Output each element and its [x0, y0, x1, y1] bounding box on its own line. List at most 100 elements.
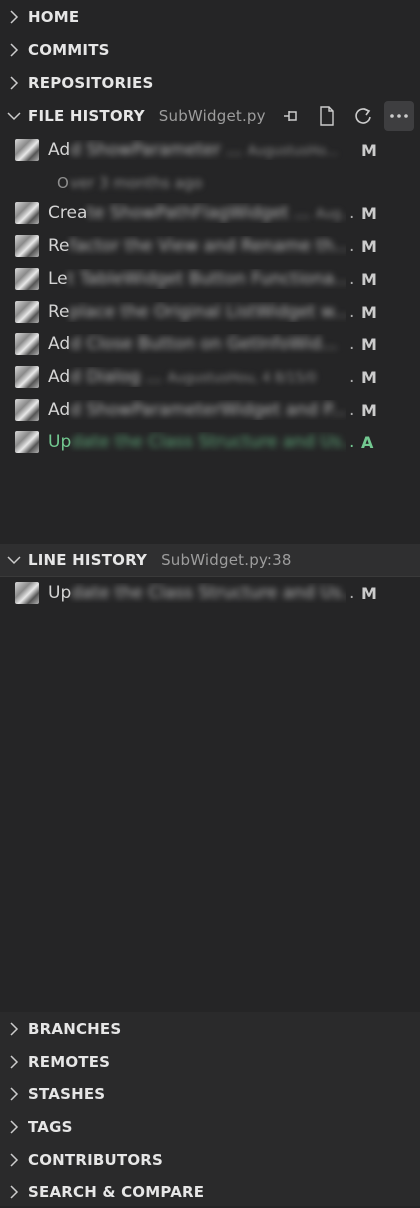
section-repositories[interactable]: REPOSITORIES — [0, 67, 420, 99]
section-commits[interactable]: COMMITS — [0, 34, 420, 66]
section-remotes[interactable]: REMOTES — [0, 1046, 420, 1078]
avatar — [15, 582, 39, 604]
section-search-compare[interactable]: SEARCH & COMPARE — [0, 1176, 420, 1208]
commit-message: Replace the Original ListWidget w... — [48, 302, 346, 322]
section-file-history[interactable]: FILE HISTORY SubWidget.py — [0, 100, 420, 132]
chevron-right-icon — [0, 76, 28, 90]
avatar — [15, 202, 39, 224]
avatar — [15, 399, 39, 421]
status-badge: M — [361, 140, 377, 160]
chevron-right-icon — [0, 1022, 28, 1036]
time-group-rest: ver 3 months ago — [70, 174, 203, 192]
ellipsis-dot: . — [349, 367, 355, 387]
commit-message-rest: date the Class Structure and Us... — [71, 432, 346, 452]
commit-row[interactable]: Update the Class Structure and Us... . M — [0, 577, 420, 609]
commit-message-prefix: Re — [48, 302, 70, 322]
commit-message: Add Close Button on GetInfoWid... — [48, 334, 346, 354]
status-badge: M — [361, 302, 377, 322]
commit-message-rest: te ShowPathFlagWidget ... — [87, 203, 311, 223]
ellipsis-dot: . — [349, 583, 355, 603]
file-history-actions — [276, 100, 414, 132]
section-label: COMMITS — [28, 41, 110, 59]
avatar — [15, 333, 39, 355]
commit-message-prefix: Up — [48, 432, 72, 452]
status-badge: M — [361, 203, 377, 223]
section-label: FILE HISTORY — [28, 107, 145, 125]
time-group-label: Over 3 months ago — [0, 168, 420, 198]
refresh-icon[interactable] — [348, 101, 378, 131]
section-label: REMOTES — [28, 1053, 111, 1071]
pin-icon[interactable] — [276, 101, 306, 131]
commit-meta: AugustusHou, 4 8/15/0 — [167, 371, 317, 386]
section-label: HOME — [28, 8, 80, 26]
more-icon[interactable] — [384, 101, 414, 131]
commit-message-rest: t TableWidget Button Functiona... — [67, 269, 346, 289]
commit-message: Update the Class Structure and Us... — [48, 432, 346, 452]
chevron-down-icon — [0, 555, 28, 565]
ellipsis-dot: . — [349, 269, 355, 289]
commit-row[interactable]: Add ShowParameter ... AugustusHo... M — [0, 134, 420, 166]
commit-row[interactable]: Create ShowPathFlagWidget ... Aug... . M — [0, 197, 420, 229]
avatar — [15, 139, 39, 161]
commit-message-prefix: Ad — [48, 367, 71, 387]
ellipsis-dot: . — [349, 400, 355, 420]
avatar — [15, 301, 39, 323]
commit-message: Add ShowParameterWidget and P... — [48, 400, 346, 420]
avatar — [15, 235, 39, 257]
commit-row[interactable]: Replace the Original ListWidget w... . M — [0, 296, 420, 328]
commit-message: Let TableWidget Button Functiona... — [48, 269, 346, 289]
section-label: BRANCHES — [28, 1020, 122, 1038]
section-line-history[interactable]: LINE HISTORY SubWidget.py:38 — [0, 544, 420, 576]
ellipsis-dot: . — [349, 236, 355, 256]
commit-message: Update the Class Structure and Us... — [48, 583, 346, 603]
commit-message-rest: d Close Button on GetInfoWid... — [70, 334, 338, 354]
commit-row[interactable]: Add Dialog ... AugustusHou, 4 8/15/0 . M — [0, 361, 420, 393]
status-badge: M — [361, 367, 377, 387]
commit-row[interactable]: Add ShowParameterWidget and P... . M — [0, 394, 420, 426]
chevron-right-icon — [0, 1120, 28, 1134]
commit-row[interactable]: Add Close Button on GetInfoWid... . M — [0, 328, 420, 360]
section-home[interactable]: HOME — [0, 1, 420, 33]
commit-message: Create ShowPathFlagWidget ... Aug... — [48, 203, 346, 223]
status-badge: M — [361, 334, 377, 354]
status-badge: M — [361, 236, 377, 256]
ellipsis-dot: . — [349, 302, 355, 322]
commit-message-prefix: Re — [48, 236, 70, 256]
section-contributors[interactable]: CONTRIBUTORS — [0, 1144, 420, 1176]
status-badge: M — [361, 400, 377, 420]
chevron-down-icon — [0, 111, 28, 121]
chevron-right-icon — [0, 1153, 28, 1167]
commit-message: Add Dialog ... AugustusHou, 4 8/15/0 — [48, 367, 346, 387]
commit-row[interactable]: Update the Class Structure and Us... . A — [0, 426, 420, 458]
file-icon[interactable] — [312, 101, 342, 131]
status-badge: M — [361, 583, 377, 603]
section-stashes[interactable]: STASHES — [0, 1078, 420, 1110]
chevron-right-icon — [0, 1087, 28, 1101]
commit-message-rest: place the Original ListWidget w... — [69, 302, 346, 322]
chevron-right-icon — [0, 43, 28, 57]
commit-row[interactable]: Refactor the View and Rename th... . M — [0, 230, 420, 262]
section-label: LINE HISTORY — [28, 551, 148, 569]
chevron-right-icon — [0, 1185, 28, 1199]
commit-message-rest: d ShowParameterWidget and P... — [70, 400, 346, 420]
commit-meta: Aug... — [315, 207, 346, 222]
status-badge: M — [361, 269, 377, 289]
commit-message-prefix: Ad — [48, 334, 71, 354]
commit-message-prefix: Ad — [48, 140, 71, 160]
commit-message: Add ShowParameter ... AugustusHo... — [48, 140, 350, 160]
commit-message: Refactor the View and Rename th... — [48, 236, 346, 256]
avatar — [15, 268, 39, 290]
commit-meta: AugustusHo... — [247, 144, 339, 159]
commit-message-prefix: Ad — [48, 400, 71, 420]
commit-row[interactable]: Let TableWidget Button Functiona... . M — [0, 263, 420, 295]
ellipsis-dot: . — [349, 203, 355, 223]
commit-message-rest: date the Class Structure and Us... — [71, 583, 346, 603]
chevron-right-icon — [0, 10, 28, 24]
chevron-right-icon — [0, 1055, 28, 1069]
ellipsis-dot: . — [349, 432, 355, 452]
section-branches[interactable]: BRANCHES — [0, 1013, 420, 1045]
section-tags[interactable]: TAGS — [0, 1111, 420, 1143]
time-group-prefix: O — [57, 174, 69, 192]
commit-message-rest: d ShowParameter ... — [70, 140, 243, 160]
status-badge: A — [361, 432, 374, 452]
